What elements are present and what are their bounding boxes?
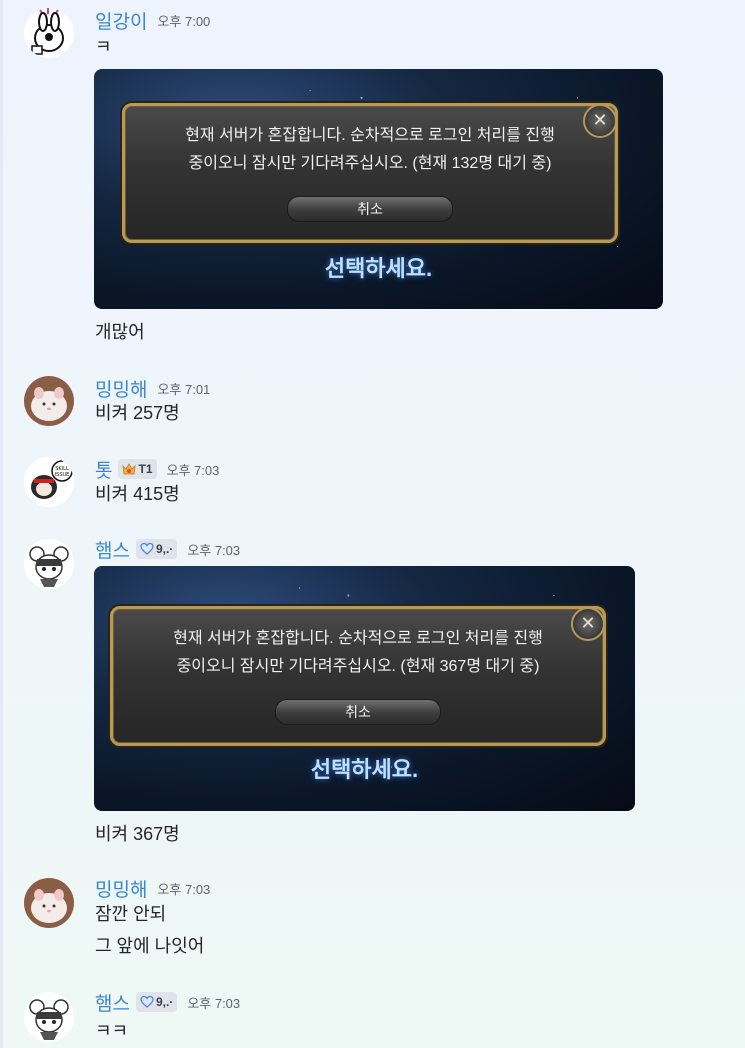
heart-icon [140,542,154,556]
badge-label: 9,.· [155,995,174,1009]
message-header: 햄스 9,.· 오후 7:03 [95,989,241,1016]
close-icon[interactable]: ✕ [583,104,617,138]
author-name[interactable]: 일강이 [95,7,147,34]
author-name[interactable]: 햄스 [95,536,130,563]
timestamp: 오후 7:03 [157,881,211,897]
author-name[interactable]: 밍밍해 [95,875,147,902]
message-text: 비켜 367명 [95,824,180,844]
message-header: 밍밍해 오후 7:01 [95,375,211,402]
badge-label: 9,.· [155,542,174,556]
mouse-character-avatar[interactable] [24,992,74,1042]
author-name[interactable]: 톳 [95,456,112,483]
badge-label: T1 [138,462,153,476]
timestamp: 오후 7:01 [157,381,211,397]
queue-dialog: 현재 서버가 혼잡합니다. 순차적으로 로그인 처리를 진행 중이오니 잠시만 … [110,606,606,746]
background-text: 선택하세요. [324,256,433,281]
message-header: 톳 T1 오후 7:03 [95,456,220,483]
rabbit-doodle-avatar[interactable] [24,8,74,58]
image-attachment[interactable]: 선택하세요. 현재 서버가 혼잡합니다. 순차적으로 로그인 처리를 진행 중이… [94,69,663,309]
cancel-button[interactable]: 취소 [287,196,453,222]
message-text: 잠깐 안되 [95,904,167,924]
message-text: 비켜 415명 [95,484,180,504]
message-header: 햄스 9,.· 오후 7:03 [95,536,241,563]
queue-dialog: 현재 서버가 혼잡합니다. 순차적으로 로그인 처리를 진행 중이오니 잠시만 … [122,103,618,243]
author-name[interactable]: 햄스 [95,989,130,1016]
message-text: 비켜 257명 [95,403,180,423]
white-hamster-avatar[interactable] [24,878,74,928]
white-hamster-avatar[interactable] [24,376,74,426]
crown-icon [122,462,137,476]
message-text: ㅋ [95,37,112,57]
timestamp: 오후 7:03 [187,995,241,1011]
mouse-character-avatar[interactable] [24,539,74,589]
queue-dialog-message: 현재 서버가 혼잡합니다. 순차적으로 로그인 처리를 진행 중이오니 잠시만 … [185,127,555,172]
timestamp: 오후 7:03 [187,542,241,558]
author-name[interactable]: 밍밍해 [95,375,147,402]
timestamp: 오후 7:03 [166,462,220,478]
role-badge[interactable]: 9,.· [135,539,178,559]
chat-left-edge [0,0,3,1048]
image-attachment[interactable]: 선택하세요. 현재 서버가 혼잡합니다. 순차적으로 로그인 처리를 진행 중이… [94,566,635,811]
queue-dialog-message: 현재 서버가 혼잡합니다. 순차적으로 로그인 처리를 진행 중이오니 잠시만 … [173,630,543,675]
background-text: 선택하세요. [310,757,419,782]
cancel-button[interactable]: 취소 [275,699,441,725]
close-icon[interactable]: ✕ [571,607,605,641]
svg-text:ISSUE: ISSUE [55,472,70,478]
message-header: 밍밍해 오후 7:03 [95,875,211,902]
message-text: 그 앞에 나잇어 [95,936,205,956]
skill-issue-avatar[interactable]: SKILL ISSUE [24,457,74,507]
message-header: 일강이 오후 7:00 [95,7,211,34]
heart-icon [140,995,154,1009]
message-text: ㅋㅋ [95,1021,129,1041]
message-text: 개많어 [95,322,145,342]
timestamp: 오후 7:00 [157,13,211,29]
role-badge[interactable]: T1 [118,459,157,479]
role-badge[interactable]: 9,.· [135,992,178,1012]
